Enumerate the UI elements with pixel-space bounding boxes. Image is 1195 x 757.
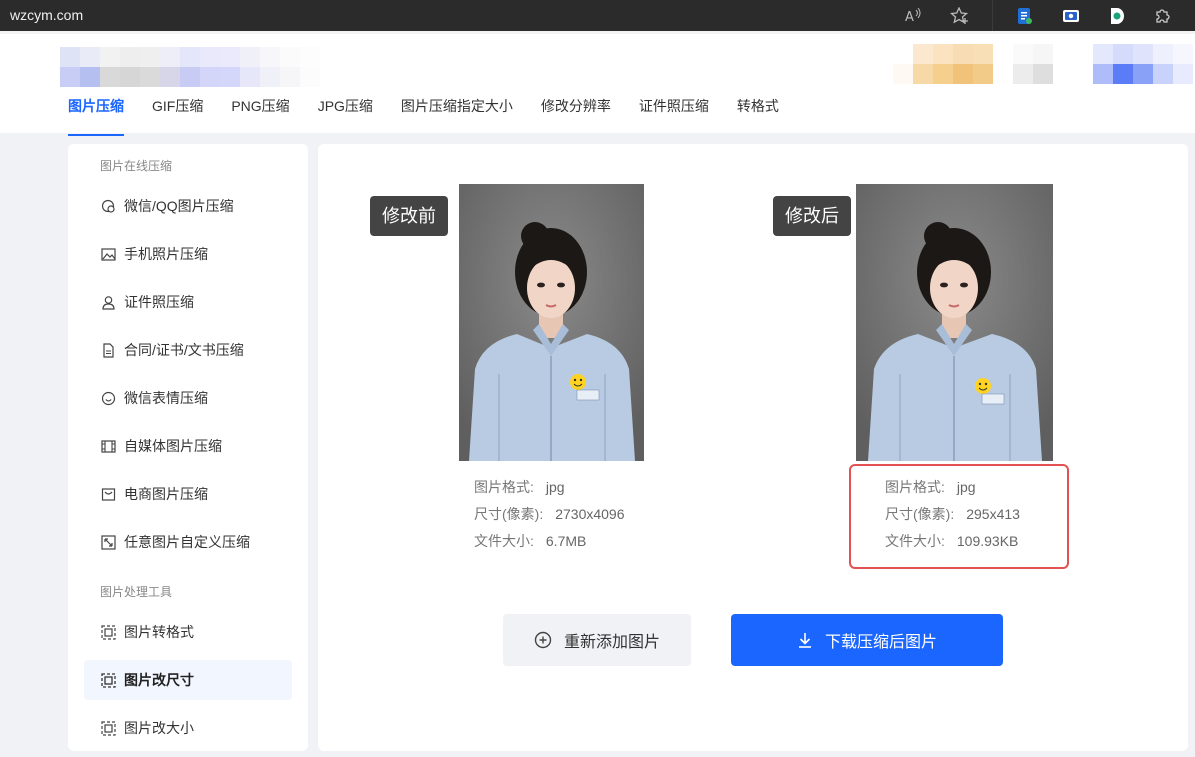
tab-compress-to-size[interactable]: 图片压缩指定大小 (401, 98, 513, 136)
re-add-image-button[interactable]: 重新添加图片 (503, 614, 691, 666)
after-tag: 修改后 (773, 196, 851, 236)
sidebar-item-label: 微信/QQ图片压缩 (124, 198, 234, 214)
extension-doc-icon[interactable] (1011, 2, 1039, 30)
image-size-icon (100, 720, 116, 736)
sidebar-item-wechat-emoji[interactable]: 微信表情压缩 (84, 378, 292, 418)
sidebar-item-resize-image[interactable]: 图片改尺寸 (84, 660, 292, 700)
format-label: 图片格式: (474, 479, 534, 495)
image-convert-icon (100, 624, 116, 640)
tab-change-resolution[interactable]: 修改分辨率 (541, 98, 611, 136)
favorite-star-icon[interactable] (946, 2, 974, 30)
sidebar-item-wechat-qq[interactable]: 微信/QQ图片压缩 (84, 186, 292, 226)
extension-d-icon[interactable] (1103, 2, 1131, 30)
tab-jpg-compress[interactable]: JPG压缩 (318, 98, 373, 136)
sidebar-item-label: 手机照片压缩 (124, 246, 208, 262)
dimension-value: 295x413 (966, 506, 1020, 522)
chat-icon (100, 198, 116, 214)
sidebar-item-label: 微信表情压缩 (124, 390, 208, 406)
dimension-label: 尺寸(像素): (474, 506, 544, 522)
sidebar-item-custom-compress[interactable]: 任意图片自定义压缩 (84, 522, 292, 562)
resize-icon (100, 534, 116, 550)
sidebar-item-label: 自媒体图片压缩 (124, 438, 222, 454)
sidebar-item-label: 图片转格式 (124, 624, 194, 640)
file-size-value: 109.93KB (956, 533, 1019, 549)
main-panel: 修改前 图片格式: jpg 尺寸(像素): 2730x4096 文件大小: 6.… (318, 144, 1188, 751)
top-nav: 图片压缩 GIF压缩 PNG压缩 JPG压缩 图片压缩指定大小 修改分辨率 证件… (68, 98, 807, 136)
sidebar: 图片在线压缩 微信/QQ图片压缩 手机照片压缩 证件照压缩 合同/证书/文书压缩… (68, 144, 308, 751)
file-size-value: 6.7MB (545, 533, 587, 549)
before-image (459, 184, 644, 461)
after-info: 图片格式: jpg 尺寸(像素): 295x413 文件大小: 109.93KB (885, 474, 1020, 555)
sidebar-section-title: 图片在线压缩 (100, 159, 173, 173)
person-icon (100, 294, 116, 310)
sidebar-item-label: 电商图片压缩 (124, 486, 208, 502)
download-compressed-button[interactable]: 下载压缩后图片 (731, 614, 1003, 666)
address-bar-url[interactable]: wzcym.com (10, 7, 83, 23)
tab-gif-compress[interactable]: GIF压缩 (152, 98, 203, 136)
file-size-label: 文件大小: (474, 533, 534, 549)
sidebar-item-convert-format[interactable]: 图片转格式 (84, 612, 292, 652)
tab-image-compress[interactable]: 图片压缩 (68, 98, 124, 136)
sidebar-item-phone-photo[interactable]: 手机照片压缩 (84, 234, 292, 274)
film-icon (100, 438, 116, 454)
site-logo-blurred[interactable] (60, 47, 340, 87)
shop-bag-icon (100, 486, 116, 502)
tab-png-compress[interactable]: PNG压缩 (231, 98, 289, 136)
extensions-puzzle-icon[interactable] (1149, 2, 1177, 30)
image-resize-icon (100, 672, 116, 688)
sidebar-item-label: 证件照压缩 (124, 294, 194, 310)
plus-circle-icon (534, 631, 552, 649)
site-header: 图片压缩 GIF压缩 PNG压缩 JPG压缩 图片压缩指定大小 修改分辨率 证件… (0, 31, 1195, 136)
before-tag: 修改前 (370, 196, 448, 236)
browser-bar: wzcym.com A (0, 0, 1195, 31)
sidebar-item-label: 任意图片自定义压缩 (124, 534, 250, 550)
header-banner-blurred[interactable] (893, 44, 1193, 84)
smile-icon (100, 390, 116, 406)
download-icon (797, 631, 813, 649)
tab-id-photo-compress[interactable]: 证件照压缩 (639, 98, 709, 136)
toolbar-divider (992, 0, 993, 31)
svg-text:A: A (905, 10, 914, 24)
tab-convert-format[interactable]: 转格式 (737, 98, 779, 136)
sidebar-item-contract[interactable]: 合同/证书/文书压缩 (84, 330, 292, 370)
after-image (856, 184, 1053, 461)
sidebar-item-self-media[interactable]: 自媒体图片压缩 (84, 426, 292, 466)
sidebar-item-label: 合同/证书/文书压缩 (124, 342, 244, 358)
download-compressed-label: 下载压缩后图片 (824, 634, 937, 651)
image-icon (100, 246, 116, 262)
sidebar-item-label: 图片改尺寸 (124, 672, 194, 688)
dimension-value: 2730x4096 (555, 506, 625, 522)
document-icon (100, 342, 116, 358)
re-add-image-label: 重新添加图片 (563, 634, 660, 651)
sidebar-section-title: 图片处理工具 (100, 585, 173, 599)
format-label: 图片格式: (885, 479, 945, 495)
sidebar-item-change-filesize[interactable]: 图片改大小 (84, 708, 292, 748)
read-aloud-icon[interactable]: A (900, 2, 928, 30)
dimension-label: 尺寸(像素): (885, 506, 955, 522)
format-value: jpg (545, 479, 565, 495)
extension-screen-icon[interactable] (1057, 2, 1085, 30)
before-info: 图片格式: jpg 尺寸(像素): 2730x4096 文件大小: 6.7MB (474, 474, 625, 555)
sidebar-item-id-photo[interactable]: 证件照压缩 (84, 282, 292, 322)
format-value: jpg (956, 479, 976, 495)
sidebar-item-ecommerce[interactable]: 电商图片压缩 (84, 474, 292, 514)
file-size-label: 文件大小: (885, 533, 945, 549)
sidebar-item-label: 图片改大小 (124, 720, 194, 736)
